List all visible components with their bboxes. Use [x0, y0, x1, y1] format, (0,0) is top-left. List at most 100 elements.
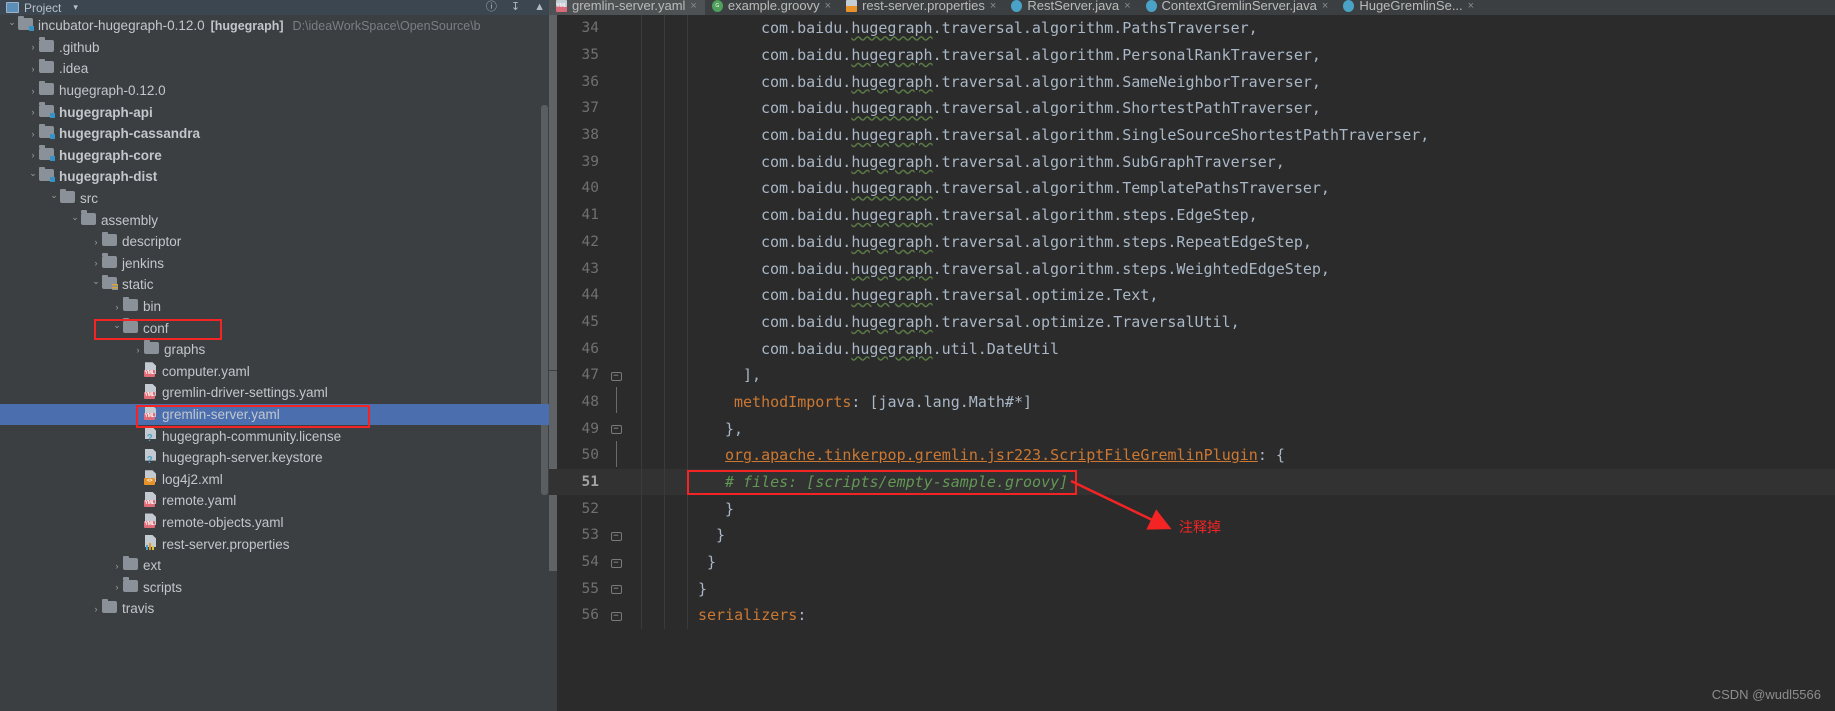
fold-line-icon[interactable]: [605, 440, 627, 470]
fold-collapse-icon[interactable]: −: [605, 530, 627, 541]
editor-tab-restserver-java[interactable]: RestServer.java ×: [1004, 0, 1138, 15]
chevron-down-icon[interactable]: [69, 215, 81, 226]
editor-tab-rest-server-properties[interactable]: rest-server.properties ×: [839, 0, 1004, 15]
chevron-down-icon[interactable]: [6, 20, 18, 31]
code-line-39[interactable]: 39 com.baidu.hugegraph.traversal.algorith…: [549, 148, 1835, 176]
project-tool-window-header[interactable]: Project ▾ ⓘ ↧ ▲: [0, 0, 549, 15]
project-tree[interactable]: incubator-hugegraph-0.12.0 [hugegraph] D:\…: [0, 15, 549, 711]
chevron-down-icon[interactable]: [90, 279, 102, 290]
tree-item-bin[interactable]: bin: [0, 296, 549, 318]
tree-item--github[interactable]: .github: [0, 37, 549, 59]
code-line-42[interactable]: 42 com.baidu.hugegraph.traversal.algorith…: [549, 228, 1835, 256]
tree-item-jenkins[interactable]: jenkins: [0, 253, 549, 275]
hide-icon[interactable]: ▲: [534, 2, 545, 13]
code-line-51[interactable]: 51 # files: [scripts/empty-sample.groovy]: [549, 468, 1835, 496]
tree-item--idea[interactable]: .idea: [0, 58, 549, 80]
editor-tab-example-groovy[interactable]: Gexample.groovy ×: [705, 0, 839, 15]
tree-item-descriptor[interactable]: descriptor: [0, 231, 549, 253]
close-icon[interactable]: ×: [1124, 0, 1130, 12]
fold-collapse-icon[interactable]: −: [605, 557, 627, 568]
close-icon[interactable]: ×: [1468, 0, 1474, 12]
tree-item-scripts[interactable]: scripts: [0, 576, 549, 598]
chevron-right-icon[interactable]: [90, 237, 102, 247]
fold-collapse-icon[interactable]: −: [605, 370, 627, 381]
chevron-down-icon[interactable]: [48, 193, 60, 204]
code-line-45[interactable]: 45 com.baidu.hugegraph.traversal.optimize…: [549, 308, 1835, 336]
chevron-right-icon[interactable]: [27, 129, 39, 139]
tree-item-hugegraph-0-12-0[interactable]: hugegraph-0.12.0: [0, 80, 549, 102]
tree-item-hugegraph-dist[interactable]: hugegraph-dist: [0, 166, 549, 188]
fold-collapse-icon[interactable]: −: [605, 423, 627, 435]
code-line-47[interactable]: 47−],: [549, 361, 1835, 389]
code-line-36[interactable]: 36 com.baidu.hugegraph.traversal.algorith…: [549, 68, 1835, 96]
chevron-right-icon[interactable]: [27, 86, 39, 96]
fold-line-icon[interactable]: [605, 387, 627, 416]
tree-item-travis[interactable]: travis: [0, 598, 549, 620]
tree-item-hugegraph-api[interactable]: hugegraph-api: [0, 101, 549, 123]
tree-item-incubator-hugegraph-0-12-0[interactable]: incubator-hugegraph-0.12.0 [hugegraph] D:\…: [0, 15, 549, 37]
chevron-right-icon[interactable]: [27, 150, 39, 160]
code-line-50[interactable]: 50 org.apache.tinkerpop.gremlin.jsr223.Sc…: [549, 440, 1835, 470]
code-line-41[interactable]: 41 com.baidu.hugegraph.traversal.algorith…: [549, 201, 1835, 229]
tree-item-conf[interactable]: conf: [0, 317, 549, 339]
tree-item-computer-yaml[interactable]: YML computer.yaml: [0, 361, 549, 383]
tree-item-gremlin-server-yaml[interactable]: YML gremlin-server.yaml: [0, 403, 549, 426]
tab-label: example.groovy: [727, 0, 820, 13]
code-line-49[interactable]: 49−},: [549, 415, 1835, 442]
chevron-right-icon[interactable]: [90, 258, 102, 268]
tree-item-graphs[interactable]: graphs: [0, 339, 549, 361]
chevron-down-icon[interactable]: [111, 323, 123, 334]
code-line-43[interactable]: 43 com.baidu.hugegraph.traversal.algorith…: [549, 255, 1835, 282]
close-icon[interactable]: ×: [825, 0, 831, 12]
tree-item-log4j2-xml[interactable]: <> log4j2.xml: [0, 468, 549, 490]
tree-item-static[interactable]: static: [0, 274, 549, 296]
chevron-right-icon[interactable]: [27, 42, 39, 52]
tree-item-hugegraph-cassandra[interactable]: hugegraph-cassandra: [0, 123, 549, 145]
chevron-right-icon[interactable]: [132, 345, 144, 355]
chevron-right-icon[interactable]: [111, 561, 123, 571]
code-line-37[interactable]: 37 com.baidu.hugegraph.traversal.algorith…: [549, 95, 1835, 122]
locate-icon[interactable]: ⓘ: [486, 2, 497, 13]
chevron-right-icon[interactable]: [27, 64, 39, 74]
code-line-55[interactable]: 55−}: [549, 575, 1835, 603]
code-line-34[interactable]: 34 com.baidu.hugegraph.traversal.algorith…: [549, 15, 1835, 42]
close-icon[interactable]: ×: [990, 0, 996, 12]
chevron-down-icon[interactable]: [27, 171, 39, 182]
indent-guide: [641, 495, 642, 523]
code-line-38[interactable]: 38 com.baidu.hugegraph.traversal.algorith…: [549, 121, 1835, 149]
tree-item-ext[interactable]: ext: [0, 555, 549, 577]
tree-item-rest-server-properties[interactable]: rest-server.properties: [0, 533, 549, 555]
code-line-46[interactable]: 46 com.baidu.hugegraph.util.DateUtil: [549, 335, 1835, 362]
code-line-48[interactable]: 48 methodImports: [java.lang.Math#*]: [549, 387, 1835, 416]
chevron-right-icon[interactable]: [111, 582, 123, 592]
code-line-56[interactable]: 56− serializers:: [549, 602, 1835, 629]
chevron-down-icon[interactable]: ▾: [73, 2, 78, 13]
editor-tab-gremlin-server-yaml[interactable]: YML gremlin-server.yaml ×: [549, 0, 705, 15]
editor-tab-hugegremlinse-[interactable]: HugeGremlinSe... ×: [1336, 0, 1482, 15]
chevron-right-icon[interactable]: [27, 107, 39, 117]
tree-item-src[interactable]: src: [0, 188, 549, 210]
code-line-35[interactable]: 35 com.baidu.hugegraph.traversal.algorith…: [549, 41, 1835, 69]
chevron-right-icon[interactable]: [111, 302, 123, 312]
fold-collapse-icon[interactable]: −: [605, 583, 627, 595]
code-line-40[interactable]: 40 com.baidu.hugegraph.traversal.algorith…: [549, 175, 1835, 202]
tree-item-gremlin-driver-settings-yaml[interactable]: YML gremlin-driver-settings.yaml: [0, 382, 549, 404]
editor-tab-contextgremlinserver-java[interactable]: ContextGremlinServer.java ×: [1139, 0, 1337, 15]
tree-item-remote-yaml[interactable]: YML remote.yaml: [0, 490, 549, 512]
code-editor[interactable]: 34 com.baidu.hugegraph.traversal.algorith…: [549, 15, 1835, 711]
line-number: 48: [581, 393, 599, 410]
code-line-54[interactable]: 54−}: [549, 548, 1835, 576]
code-line-44[interactable]: 44 com.baidu.hugegraph.traversal.optimize…: [549, 281, 1835, 309]
tree-item-hugegraph-server-keystore[interactable]: ? hugegraph-server.keystore: [0, 447, 549, 469]
close-icon[interactable]: ×: [690, 0, 696, 12]
fold-collapse-icon[interactable]: −: [605, 610, 627, 621]
tree-item-hugegraph-core[interactable]: hugegraph-core: [0, 145, 549, 167]
tree-item-remote-objects-yaml[interactable]: YML remote-objects.yaml: [0, 512, 549, 534]
collapse-all-icon[interactable]: ↧: [511, 2, 520, 13]
tree-item-assembly[interactable]: assembly: [0, 209, 549, 231]
line-number: 41: [581, 207, 599, 224]
indent-guide: [664, 255, 665, 282]
tree-item-hugegraph-community-license[interactable]: ? hugegraph-community.license: [0, 425, 549, 447]
close-icon[interactable]: ×: [1322, 0, 1328, 12]
chevron-right-icon[interactable]: [90, 604, 102, 614]
